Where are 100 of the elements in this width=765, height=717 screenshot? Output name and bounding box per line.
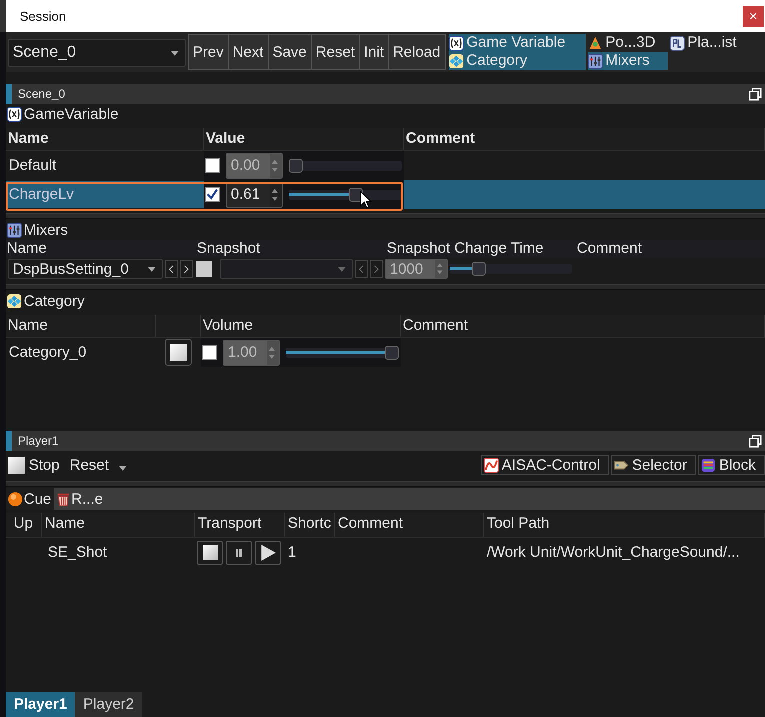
number-spinner[interactable]: 1000 [385,259,448,279]
column-header: Name [6,315,156,337]
table-cell-text: Category_0 [8,343,88,363]
column-header: Snapshot Change Time [386,240,545,258]
scene-dropdown[interactable]: Scene_0 [8,39,186,67]
block-icon [701,458,716,472]
column-header: Name [42,513,195,537]
mixer-icon [588,54,603,68]
slider-fill [450,267,474,270]
restore-icon[interactable] [749,88,762,100]
column-header: Comment [576,240,644,258]
play-icon [260,544,276,560]
table-cell-text: SE_Shot [47,543,108,563]
table-cell-text: Default [8,156,58,176]
square-button[interactable] [165,339,192,366]
pause-icon [234,548,244,558]
diamond-grid-icon [448,54,464,68]
next-button[interactable] [180,260,193,278]
chevron-right-icon [183,264,190,274]
slider-thumb[interactable] [289,158,303,172]
previous-button[interactable] [165,260,178,278]
square-icon [170,344,187,361]
slider-thumb[interactable] [472,262,486,276]
stop-button[interactable] [197,540,223,564]
stop-icon [8,456,25,474]
tool-tab[interactable]: Game Variable [448,34,586,52]
restore-icon[interactable] [749,434,762,448]
column-header: Comment [335,513,484,537]
play-button[interactable] [255,540,281,564]
accent-bar [6,84,12,104]
color-swatch[interactable] [196,261,212,277]
section-title: Category [24,292,85,310]
stop-button[interactable]: Stop [8,456,60,474]
reset-button[interactable]: Reset [70,456,128,474]
chevron-left-icon [168,264,175,274]
column-header: Comment [404,128,765,150]
number-spinner[interactable]: 0.00 [226,152,283,178]
curve-icon [484,458,499,472]
number-spinner[interactable]: 0.61 [226,182,283,208]
caret-icon [148,266,156,272]
trash-icon [56,492,71,506]
checkbox[interactable] [205,187,220,202]
caret-icon [171,50,179,56]
accent-bar [6,431,12,451]
bus-dropdown[interactable]: DspBusSetting_0 [8,259,163,279]
column-header: Volume [201,315,401,337]
toolbar-button[interactable]: Init [359,34,390,70]
ball-icon [8,492,23,506]
caret-icon [338,266,346,272]
table-cell-text: 1 [287,543,298,563]
tool-button[interactable]: Selector [611,455,696,475]
stop-icon [202,545,218,560]
slider-thumb[interactable] [385,346,399,360]
number-spinner[interactable]: 1.00 [223,340,280,366]
tab[interactable]: Cue [6,488,54,510]
checkbox[interactable] [205,158,220,173]
tool-button[interactable]: AISAC-Control [480,455,610,475]
toolbar-button[interactable]: Reset [310,34,360,70]
toolbar-button[interactable]: Reload [388,34,446,70]
cursor-icon [360,191,372,209]
panel-title: Scene_0 [18,87,66,101]
toolbar-button[interactable]: Next [228,34,269,70]
cone-icon [588,36,603,50]
column-header: Tool Path [484,513,765,537]
tab[interactable]: Player1 [6,692,76,717]
tab[interactable]: Player2 [75,692,142,717]
table-cell-text: /Work Unit/WorkUnit_ChargeSound/... [486,543,741,563]
toolbar-button[interactable]: Save [268,34,312,70]
caret-icon [119,466,128,470]
panel-title: Player1 [18,434,60,448]
column-header: Transport [195,513,285,537]
column-header: Snapshot [196,240,262,258]
chevron-left-icon [358,264,365,274]
playlist-icon [670,36,685,50]
toolbar-button[interactable]: Prev [188,34,229,70]
checkbox[interactable] [202,345,217,360]
chevron-right-icon [373,264,380,274]
section-title: GameVariable [24,106,119,122]
tool-button[interactable]: Block [698,455,765,475]
diamond-grid-icon [7,294,22,308]
value-slider[interactable] [450,264,572,274]
value-slider[interactable] [286,348,399,358]
section-title: Mixers [24,222,68,238]
tab[interactable]: R...e [54,488,106,510]
tool-tab[interactable]: Category [448,52,586,70]
column-header: Up [6,513,42,537]
value-slider[interactable] [289,160,402,170]
column-header: Shortc [285,513,335,537]
slider-thumb[interactable] [349,188,364,202]
table-cell: ChargeLv [6,181,204,208]
mixer-icon [7,222,22,238]
column-header: Name [6,240,48,258]
value-slider[interactable] [289,190,402,200]
variable-icon [448,36,464,50]
column-header: Name [6,128,204,150]
close-button[interactable]: × [743,6,764,26]
tool-tab[interactable]: Mixers [588,52,668,70]
window-title: Session [20,8,68,24]
column-header: Comment [401,315,765,337]
pause-button[interactable] [226,540,252,564]
